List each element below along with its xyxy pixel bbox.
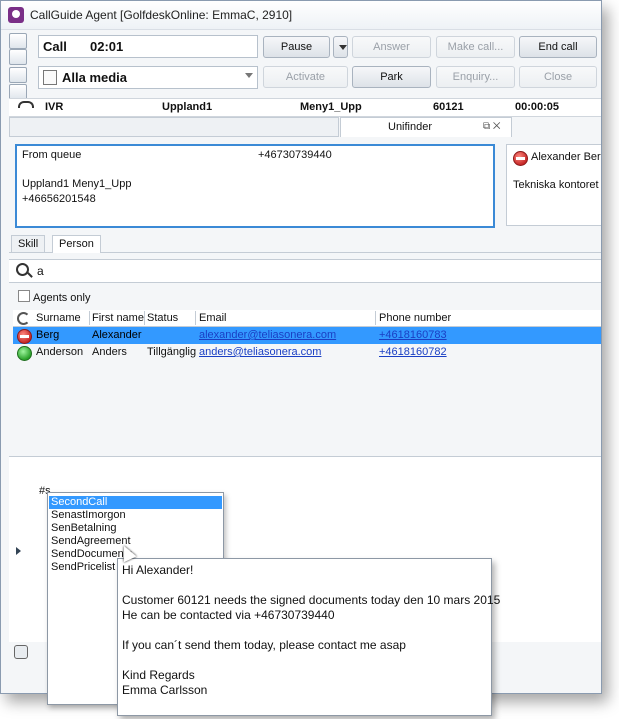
search-icon [16,263,29,276]
tooltip-line: Emma Carlsson [122,683,208,697]
call-channel: IVR [45,101,64,113]
settings-icon[interactable] [14,645,28,659]
column-separator [89,311,90,325]
call-duration: 00:00:05 [515,101,560,113]
answer-button[interactable]: Answer [352,36,431,58]
app-logo-icon [8,7,24,23]
end-call-button[interactable]: End call [519,36,597,58]
call-timer: 02:01 [90,39,124,54]
agents-only-label: Agents only [33,292,91,304]
queue-number: +46656201548 [22,193,96,205]
busy-status-icon [513,151,528,166]
agent-card: Alexander Berg Tekniska kontoret tes [506,144,602,226]
available-status-icon [17,346,32,361]
queue-location: Uppland1 Meny1_Upp [22,178,132,190]
chevron-down-icon[interactable] [245,73,253,78]
queue-label: From queue [22,149,82,161]
caller-number: +46730739440 [258,149,332,161]
cell-email-link[interactable]: anders@teliasonera.com [199,346,321,358]
call-location: Uppland1 [162,101,213,113]
table-header: Surname First name Status Email Phone nu… [13,310,601,327]
pause-button[interactable]: Pause [263,36,330,58]
suggestion-item[interactable]: SenBetalning [49,522,222,535]
busy-status-icon [17,329,32,344]
template-preview-tooltip: Hi Alexander! Customer 60121 needs the s… [117,558,500,716]
table-row[interactable]: Anderson Anders Tillgänglig anders@telia… [13,344,601,361]
refresh-icon[interactable] [17,312,30,325]
tooltip-line: Kind Regards [122,668,195,682]
tooltip-line: Customer 60121 needs the signed document… [122,593,501,607]
phone-icon [18,101,34,108]
column-surname[interactable]: Surname [36,312,81,324]
suggestion-item[interactable]: SecondCall [49,496,222,509]
cell-phone-link[interactable]: +4618160782 [379,346,447,358]
cell-surname: Anderson [36,346,84,358]
media-icon [43,70,57,85]
make-call-button[interactable]: Make call... [436,36,515,58]
media-selected-value: Alla media [62,70,128,85]
pause-menu-button[interactable] [333,36,348,58]
title-bar: CallGuide Agent [GolfdeskOnline: EmmaC, … [1,1,601,30]
park-button[interactable]: Park [352,66,431,88]
column-status[interactable]: Status [147,312,178,324]
tab-person[interactable]: Person [52,235,101,253]
cell-email-link[interactable]: alexander@teliasonera.com [199,329,336,341]
media-select[interactable]: Alla media [38,66,258,89]
column-separator [195,311,196,325]
expand-arrow-icon[interactable] [16,547,21,555]
call-status-field: Call 02:01 [38,35,258,58]
tab-skill[interactable]: Skill [11,235,46,252]
tab-unifinder-label: Unifinder [388,121,433,133]
queue-list-icon[interactable] [9,49,27,65]
search-input[interactable]: a [37,264,44,278]
cell-status: Tillgänglig [147,346,197,358]
window-title: CallGuide Agent [GolfdeskOnline: EmmaC, … [30,8,293,22]
activate-button[interactable]: Activate [263,66,348,88]
person-search[interactable]: a [9,259,601,283]
table-row[interactable]: Berg Alexander alexander@teliasonera.com… [13,327,601,344]
tab-empty[interactable] [9,117,339,137]
agent-office: Tekniska kontoret tes [513,179,601,191]
subtab-strip: Skill Person [9,235,601,253]
cell-phone-link[interactable]: +4618160783 [379,329,447,341]
column-email[interactable]: Email [199,312,227,324]
suggestion-item[interactable]: SendAgreement [49,535,222,548]
cell-first-name: Alexander [92,329,142,341]
call-menu: Meny1_Upp [300,101,362,113]
call-info-row: IVR Uppland1 Meny1_Upp 60121 00:00:05 [9,98,601,117]
tooltip-line: If you can´t send them today, please con… [122,638,406,652]
cell-first-name: Anders [92,346,127,358]
call-id: 60121 [433,101,464,113]
toggle-panel-icon[interactable] [9,33,27,49]
column-separator [144,311,145,325]
call-label: Call [43,39,67,54]
agents-only-toggle[interactable]: Agents only [18,290,90,304]
tab-window-controls[interactable]: ⧉ ✕ [483,121,501,132]
enquiry-button[interactable]: Enquiry... [436,66,515,88]
suggestion-item[interactable]: SenastImorgon [49,509,222,522]
column-first-name[interactable]: First name [92,312,144,324]
close-button[interactable]: Close [519,66,597,88]
column-separator [375,311,376,325]
tooltip-line: He can be contacted via +46730739440 [122,608,335,622]
contact-list-icon[interactable] [9,67,27,83]
tab-unifinder[interactable]: Unifinder ⧉ ✕ [340,117,512,137]
call-details-panel: From queue +46730739440 Uppland1 Meny1_U… [15,144,495,228]
tooltip-line: Hi Alexander! [122,563,194,577]
column-phone[interactable]: Phone number [379,312,451,324]
agent-name: Alexander Berg [531,151,602,163]
chevron-down-icon [339,45,347,50]
agents-only-checkbox[interactable] [18,290,30,302]
cell-surname: Berg [36,329,60,341]
tab-strip: Unifinder ⧉ ✕ [9,117,601,137]
